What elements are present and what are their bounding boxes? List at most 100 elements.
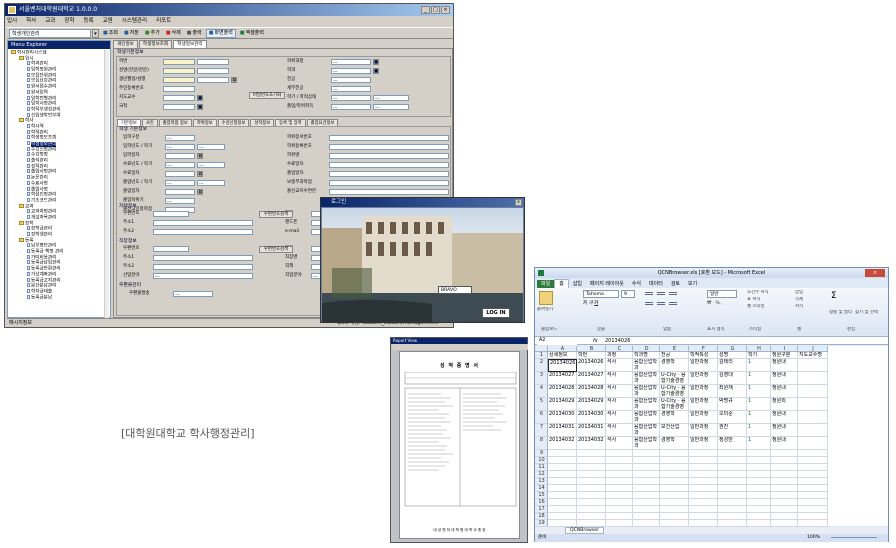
table-cell[interactable] xyxy=(689,513,718,520)
table-cell[interactable]: 20134032 xyxy=(577,437,606,450)
table-cell[interactable]: 20134031 xyxy=(548,424,577,437)
table-cell[interactable] xyxy=(606,464,633,471)
table-cell[interactable]: 정원내 xyxy=(771,437,798,450)
table-cell[interactable]: 일반과정 xyxy=(689,398,718,411)
field-input-2[interactable]: --- xyxy=(373,95,409,101)
field-input[interactable] xyxy=(165,171,195,177)
subtab-4[interactable]: 수강신청정보 xyxy=(217,119,250,126)
header-cell[interactable]: 학기 xyxy=(747,352,771,359)
row-header[interactable]: 3 xyxy=(535,372,548,385)
menu-item-6[interactable]: 시스템관리 xyxy=(122,18,147,24)
ribbon-tab-6[interactable]: 검토 xyxy=(667,280,684,288)
table-cell[interactable]: 석사 xyxy=(606,372,633,385)
login-id-field[interactable]: BRAVO xyxy=(438,286,472,294)
table-cell[interactable]: 융합산업학과 xyxy=(633,437,660,450)
table-cell[interactable] xyxy=(606,520,633,527)
table-cell[interactable] xyxy=(577,471,606,478)
chevron-down-icon[interactable]: ▾ xyxy=(92,29,99,38)
table-cell[interactable]: 일반과정 xyxy=(689,437,718,450)
calendar-icon[interactable]: ▦ xyxy=(197,153,203,159)
field-input[interactable] xyxy=(163,104,195,110)
cellops-item-1[interactable]: 삭제 xyxy=(795,297,803,302)
field-input[interactable] xyxy=(163,95,195,101)
table-cell[interactable] xyxy=(606,499,633,506)
table-cell[interactable] xyxy=(747,506,771,513)
subtab-6[interactable]: 등록 및 장학 xyxy=(275,119,306,126)
table-cell[interactable] xyxy=(548,506,577,513)
field-input[interactable] xyxy=(153,255,253,261)
table-cell[interactable]: 20134031 xyxy=(577,424,606,437)
table-cell[interactable] xyxy=(689,492,718,499)
field-input[interactable] xyxy=(165,189,195,195)
table-cell[interactable]: 1 xyxy=(747,424,771,437)
table-cell[interactable] xyxy=(798,385,828,398)
table-cell[interactable] xyxy=(747,485,771,492)
edit-item-0[interactable]: 정렬 및 필터 xyxy=(829,310,855,315)
field-input-2[interactable]: --- xyxy=(197,180,225,186)
table-cell[interactable] xyxy=(633,464,660,471)
table-cell[interactable] xyxy=(606,478,633,485)
table-cell[interactable]: 융합산업학과 xyxy=(633,424,660,437)
table-cell[interactable] xyxy=(689,457,718,464)
table-cell[interactable] xyxy=(633,492,660,499)
ribbon-tab-0[interactable]: 파일 xyxy=(537,280,555,288)
table-cell[interactable] xyxy=(633,485,660,492)
table-cell[interactable] xyxy=(798,464,828,471)
table-cell[interactable] xyxy=(718,464,747,471)
table-cell[interactable] xyxy=(660,457,689,464)
table-cell[interactable]: 융합산업학과 xyxy=(633,411,660,424)
row-header[interactable]: 19 xyxy=(535,520,548,527)
table-cell[interactable] xyxy=(798,485,828,492)
table-cell[interactable] xyxy=(633,450,660,457)
field-input[interactable] xyxy=(329,180,449,186)
table-cell[interactable]: 일반과정 xyxy=(689,411,718,424)
table-cell[interactable]: 융합산업학과 xyxy=(633,372,660,385)
field-input[interactable] xyxy=(165,153,195,159)
table-cell[interactable]: 20134029 xyxy=(577,398,606,411)
table-cell[interactable]: 정원내 xyxy=(771,385,798,398)
table-cell[interactable]: 석사 xyxy=(606,385,633,398)
table-cell[interactable] xyxy=(718,471,747,478)
close-button[interactable]: × xyxy=(441,6,450,14)
table-cell[interactable] xyxy=(771,464,798,471)
table-cell[interactable] xyxy=(548,478,577,485)
styles-item-1[interactable]: 표 서식 xyxy=(747,297,761,302)
menu-item-2[interactable]: 교과 xyxy=(45,18,55,24)
formula-input[interactable]: 20134026 xyxy=(605,337,630,345)
row-header[interactable]: 16 xyxy=(535,499,548,506)
field-input[interactable]: --- xyxy=(331,104,371,110)
subtab-1[interactable]: 사진 xyxy=(141,119,158,126)
table-cell[interactable] xyxy=(548,464,577,471)
table-cell[interactable] xyxy=(660,513,689,520)
table-cell[interactable]: 오미순 xyxy=(718,411,747,424)
row-header[interactable]: 18 xyxy=(535,513,548,520)
row-header[interactable]: 17 xyxy=(535,506,548,513)
row-header[interactable]: 12 xyxy=(535,471,548,478)
table-cell[interactable] xyxy=(689,520,718,527)
table-cell[interactable] xyxy=(771,457,798,464)
menu-item-1[interactable]: 학사 xyxy=(26,18,36,24)
table-cell[interactable] xyxy=(577,492,606,499)
table-cell[interactable]: 경영학 xyxy=(660,359,689,372)
table-cell[interactable] xyxy=(747,471,771,478)
table-cell[interactable]: 1 xyxy=(747,359,771,372)
field-input[interactable]: --- xyxy=(165,180,195,186)
table-cell[interactable]: 융합산업학과 xyxy=(633,385,660,398)
table-cell[interactable]: 석사 xyxy=(606,398,633,411)
table-cell[interactable] xyxy=(771,492,798,499)
toolbar-button-3[interactable]: ■ 삭제 xyxy=(164,29,183,38)
table-cell[interactable] xyxy=(689,471,718,478)
excel-close-button[interactable]: × xyxy=(865,269,885,277)
field-input[interactable] xyxy=(329,171,449,177)
header-cell[interactable]: 상세정보 xyxy=(548,352,577,359)
field-input-2[interactable] xyxy=(197,68,229,74)
currency-icon[interactable]: ₩ · % , xyxy=(707,301,723,306)
field-input[interactable]: --- xyxy=(165,144,195,150)
table-cell[interactable] xyxy=(771,499,798,506)
sheet-tab-active[interactable]: QCNBrowser xyxy=(565,527,604,534)
table-cell[interactable]: 20134028 xyxy=(548,385,577,398)
table-cell[interactable]: 석사 xyxy=(606,437,633,450)
row-header[interactable]: 4 xyxy=(535,385,548,398)
table-cell[interactable]: 융합신업학과 xyxy=(633,359,660,372)
field-input[interactable] xyxy=(329,135,449,141)
